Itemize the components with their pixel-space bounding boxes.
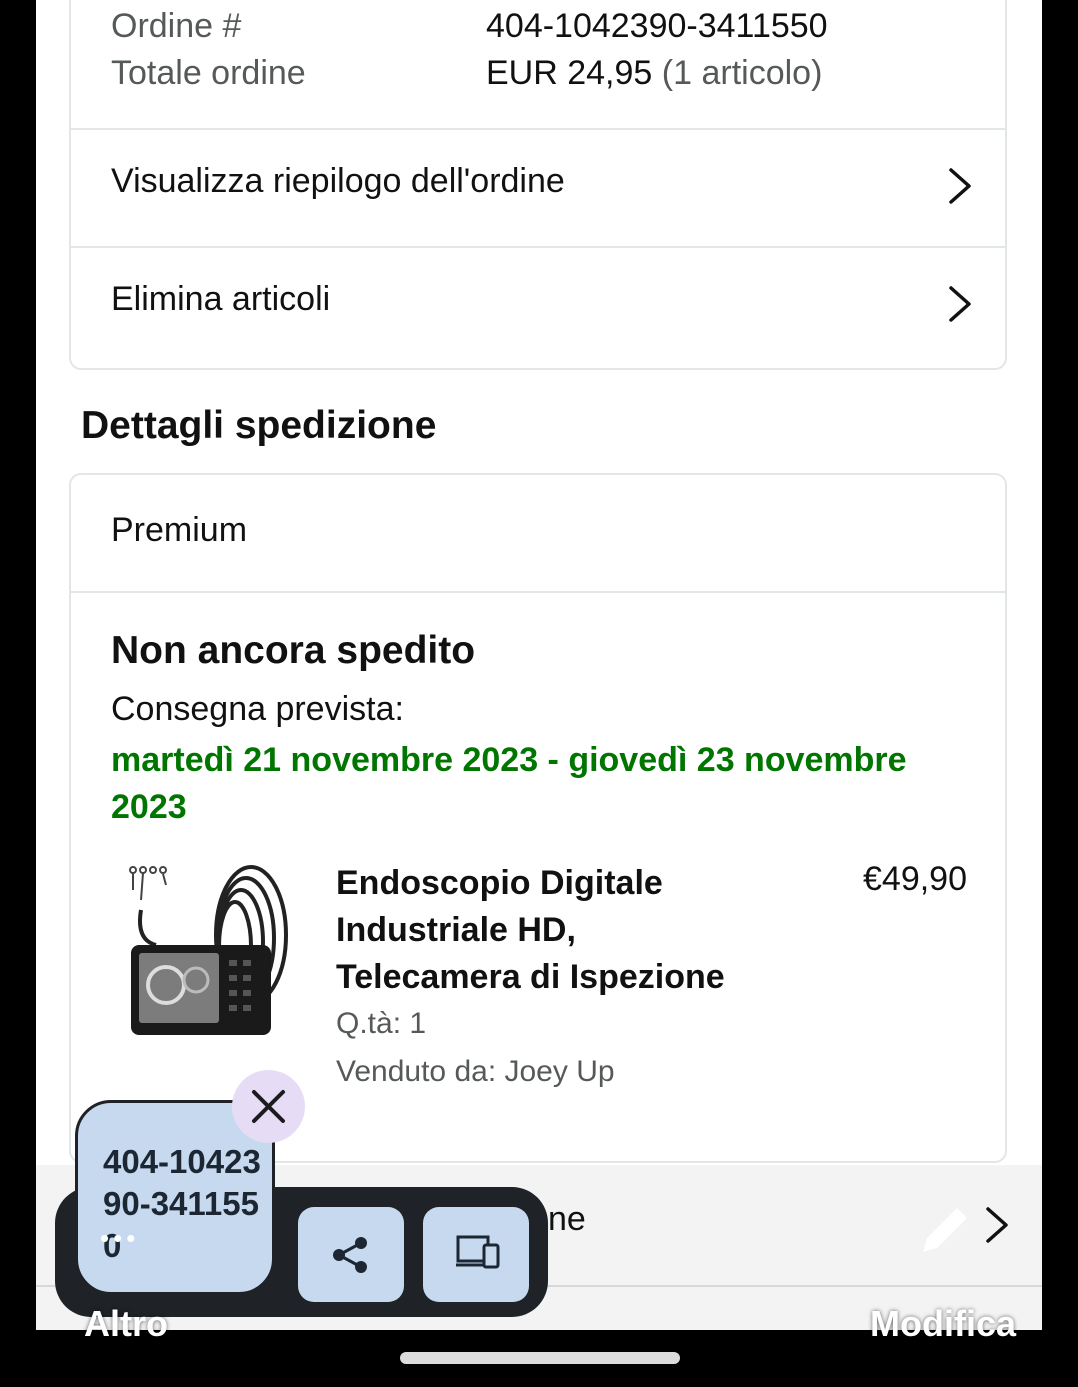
order-info-card: Ordine # 404-1042390-3411550 Totale ordi…: [69, 0, 1007, 370]
delete-items-row[interactable]: Elimina articoli: [71, 248, 1005, 364]
order-item-count: (1 articolo): [661, 54, 823, 92]
product-quantity: Q.tà: 1: [336, 1007, 427, 1040]
order-total-value: EUR 24,95 (1 articolo): [486, 54, 822, 93]
gesture-nav-handle[interactable]: [400, 1352, 680, 1364]
view-order-summary-row[interactable]: Visualizza riepilogo dell'ordine: [71, 130, 1005, 246]
pencil-icon[interactable]: [915, 1200, 975, 1260]
delete-items-label: Elimina articoli: [111, 280, 331, 318]
edit-action-label[interactable]: Modifica: [870, 1303, 1016, 1345]
shipping-type: Premium: [111, 511, 248, 549]
close-icon: [252, 1090, 285, 1123]
shipment-status: Non ancora spedito: [111, 629, 476, 672]
shipment-card: Premium Non ancora spedito Consegna prev…: [69, 473, 1007, 1163]
product-seller: Venduto da: Joey Up: [336, 1055, 615, 1088]
shipping-details-title: Dettagli spedizione: [81, 404, 437, 447]
share-button[interactable]: [298, 1207, 404, 1302]
divider: [71, 591, 1005, 593]
endoscope-camera-product-image[interactable]: [111, 860, 301, 1050]
devices-button[interactable]: [423, 1207, 529, 1302]
delivery-estimate-dates: martedì 21 novembre 2023 - giovedì 23 no…: [111, 741, 907, 826]
product-price: €49,90: [863, 860, 967, 898]
chevron-right-icon: [949, 168, 971, 204]
order-total-label: Totale ordine: [111, 54, 306, 92]
chevron-right-icon: [986, 1207, 1008, 1243]
devices-icon: [456, 1235, 500, 1269]
more-action-label[interactable]: Altro: [84, 1303, 168, 1345]
chevron-right-icon: [949, 286, 971, 322]
order-total-amount: EUR 24,95: [486, 54, 653, 92]
close-button[interactable]: [232, 1070, 305, 1143]
order-number-value: 404-1042390-3411550: [486, 7, 828, 45]
delivery-estimate-label: Consegna prevista:: [111, 690, 404, 728]
order-number-label: Ordine #: [111, 7, 242, 45]
partial-row-text: ne: [548, 1200, 586, 1238]
view-order-summary-label: Visualizza riepilogo dell'ordine: [111, 162, 565, 200]
more-dots-icon: •••: [100, 1223, 140, 1253]
share-icon: [333, 1237, 367, 1273]
product-title[interactable]: Endoscopio Digitale Industriale HD, Tele…: [336, 860, 756, 1001]
